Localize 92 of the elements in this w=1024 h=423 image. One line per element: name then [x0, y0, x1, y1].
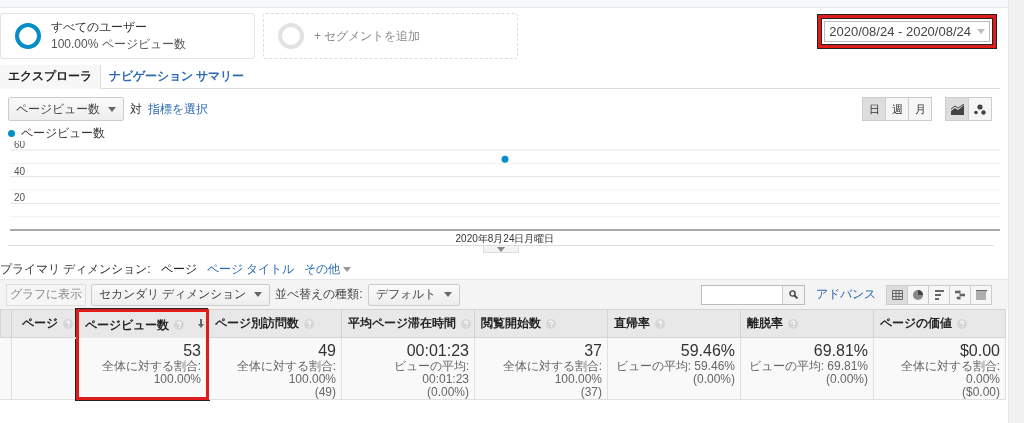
- column-header[interactable]: ページ別訪問数: [209, 309, 342, 338]
- total-note: 全体に対する割合: 100.00%: [235, 360, 336, 386]
- total-note: ビューの平均: 69.81%: [748, 360, 868, 373]
- caret-icon: [497, 246, 505, 252]
- total-detail: (37): [580, 386, 602, 399]
- period-button[interactable]: 月: [908, 97, 932, 121]
- column-header[interactable]: ページ: [12, 309, 76, 338]
- total-value: 59.46%: [680, 342, 735, 360]
- primary-dimension-label: プライマリ ディメンション:: [0, 260, 151, 278]
- axis-tick-label: 60: [14, 141, 26, 150]
- collapse-handle[interactable]: [483, 246, 519, 253]
- caret-icon: [343, 266, 351, 272]
- total-detail: ($0.00): [961, 386, 1000, 399]
- total-note: ビューの平均: 59.46%: [615, 360, 735, 373]
- advanced-link[interactable]: アドバンス: [816, 286, 876, 303]
- sort-type-label: 並べ替えの種類:: [275, 286, 363, 303]
- total-value: 53: [183, 342, 201, 360]
- column-header[interactable]: ページの価値: [874, 309, 1006, 338]
- bubbles-icon: [974, 103, 986, 115]
- segment-title: すべてのユーザー: [51, 19, 148, 36]
- caret-icon: [254, 292, 263, 297]
- select-metric-link[interactable]: 指標を選択: [148, 100, 208, 118]
- versus-label: 対: [130, 100, 142, 118]
- help-icon[interactable]: [461, 318, 471, 329]
- total-detail: (0.00%): [426, 386, 469, 399]
- total-detail: (49): [314, 386, 336, 399]
- caret-icon: [443, 292, 452, 297]
- line-chart-icon: [950, 103, 964, 115]
- total-value: 00:01:23: [406, 342, 469, 360]
- comparison-icon: [955, 289, 965, 300]
- dimension-option[interactable]: ページ タイトル: [206, 260, 294, 278]
- total-note: ビューの平均: 00:01:23: [392, 360, 469, 386]
- view-button[interactable]: [970, 284, 992, 305]
- chart-type-button[interactable]: [945, 97, 969, 121]
- sort-arrow-icon: [198, 319, 204, 328]
- x-axis-label: 2020年8月24日月曜日: [455, 233, 555, 244]
- secondary-dimension-select[interactable]: セカンダリ ディメンション: [91, 283, 271, 306]
- total-value: $0.00: [959, 342, 1000, 360]
- help-icon[interactable]: [174, 320, 184, 330]
- view-button[interactable]: [928, 284, 950, 305]
- view-button[interactable]: [907, 284, 929, 305]
- help-icon[interactable]: [655, 318, 665, 329]
- search-field[interactable]: [701, 284, 805, 305]
- segment-subtitle: 100.00% ページビュー数: [51, 36, 186, 53]
- view-button[interactable]: [886, 284, 908, 305]
- total-note: 全体に対する割合: 100.00%: [100, 360, 201, 386]
- total-value: 49: [318, 342, 336, 360]
- metric-select[interactable]: ページビュー数: [8, 97, 124, 121]
- tab[interactable]: エクスプローラ: [0, 65, 101, 89]
- segment-title: + セグメントを追加: [314, 27, 421, 45]
- total-detail: (0.00%): [692, 373, 735, 386]
- caret-icon: [108, 106, 116, 112]
- caret-icon: [977, 29, 985, 34]
- dimension-option[interactable]: ページ: [160, 260, 197, 278]
- help-icon[interactable]: [304, 318, 314, 329]
- column-header[interactable]: ページビュー数: [76, 309, 209, 338]
- pie-chart-icon: [913, 289, 923, 300]
- grid-icon: [891, 289, 903, 300]
- date-range-select[interactable]: 2020/08/24 - 2020/08/24: [824, 21, 990, 42]
- sort-type-select[interactable]: デフォルト: [367, 283, 460, 306]
- help-icon[interactable]: [546, 318, 556, 329]
- data-point[interactable]: [501, 155, 509, 163]
- segment-card[interactable]: すべてのユーザー 100.00% ページビュー数: [0, 13, 255, 59]
- scrollbar[interactable]: [1008, 0, 1024, 423]
- legend-label: ページビュー数: [21, 124, 105, 141]
- total-detail: (0.00%): [825, 373, 868, 386]
- add-segment-card[interactable]: + セグメントを追加: [263, 13, 518, 59]
- dimension-option[interactable]: その他: [304, 260, 351, 278]
- ring-icon: [15, 23, 41, 49]
- total-note: 全体に対する割合: 100.00%: [501, 360, 602, 386]
- search-icon: [789, 290, 798, 299]
- axis-tick-label: 40: [14, 165, 26, 177]
- help-icon[interactable]: [788, 318, 798, 329]
- tab[interactable]: ナビゲーション サマリー: [101, 65, 253, 89]
- axis-tick-label: 20: [14, 192, 26, 204]
- ring-icon: [278, 23, 304, 49]
- total-value: 37: [584, 342, 602, 360]
- period-button[interactable]: 週: [885, 97, 909, 121]
- total-note: 全体に対する割合: 0.00%: [899, 360, 1000, 386]
- view-button[interactable]: [949, 284, 971, 305]
- help-icon[interactable]: [63, 318, 73, 329]
- column-header[interactable]: 閲覧開始数: [475, 309, 608, 338]
- help-icon[interactable]: [957, 318, 967, 329]
- total-value: 69.81%: [813, 342, 868, 360]
- checkbox[interactable]: [0, 309, 12, 338]
- period-button[interactable]: 日: [862, 97, 886, 121]
- bars-icon: [934, 289, 944, 300]
- chart-type-button[interactable]: [968, 97, 992, 121]
- column-header[interactable]: 直帰率: [608, 309, 741, 338]
- column-header[interactable]: 離脱率: [741, 309, 874, 338]
- column-header[interactable]: 平均ページ滞在時間: [342, 309, 475, 338]
- search-button[interactable]: [782, 285, 804, 304]
